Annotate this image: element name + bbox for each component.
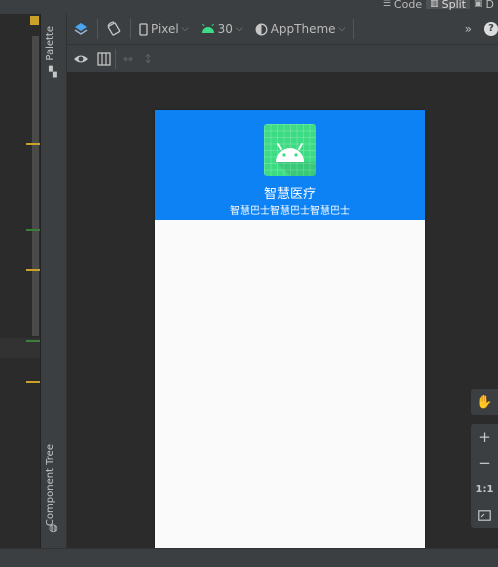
app-subtitle: 智慧巴士智慧巴士智慧巴士 — [230, 206, 350, 217]
tab-design[interactable]: ▣ D — [470, 0, 498, 11]
pan-button[interactable]: ✋ — [471, 389, 498, 415]
zoom-out-button[interactable]: − — [471, 450, 498, 476]
warning-marker — [30, 16, 39, 25]
chevron-down-icon: ⌵ — [338, 24, 346, 34]
tab-design-label: D — [485, 0, 494, 11]
status-strip — [0, 548, 498, 567]
design-surface-button[interactable] — [67, 17, 95, 41]
view-options-button[interactable] — [67, 47, 95, 71]
api-level-label: 30 — [217, 22, 233, 36]
vertical-resize-button[interactable]: ↕ — [138, 47, 158, 71]
view-options-toolbar: ↔ ↕ — [67, 45, 498, 73]
toolbar-separator — [115, 48, 116, 69]
orientation-button[interactable] — [100, 17, 128, 41]
toolbar-separator — [130, 19, 131, 39]
component-tree-icon: ◍ — [49, 523, 58, 534]
chevron-down-icon: ⌵ — [181, 24, 189, 34]
rotate-icon — [107, 21, 121, 36]
palette-icon: ▚ — [49, 67, 57, 78]
pan-control: ✋ — [471, 389, 498, 415]
columns-icon — [97, 51, 111, 66]
toolbar-separator — [353, 19, 355, 39]
chevron-down-icon: ⌵ — [235, 24, 243, 34]
actual-size-button[interactable]: 1:1 — [471, 476, 498, 502]
left-tool-rail: Palette ▚ Component Tree ◍ — [41, 14, 67, 548]
toolbar-overflow-button[interactable]: » — [459, 17, 478, 41]
actual-size-label: 1:1 — [475, 483, 494, 495]
api-level-dropdown[interactable]: 30 ⌵ — [195, 17, 249, 41]
vertical-arrows-icon: ↕ — [143, 51, 154, 66]
fit-screen-icon — [478, 509, 491, 521]
theme-dropdown[interactable]: AppTheme ⌵ — [249, 17, 352, 41]
eye-icon — [74, 55, 88, 62]
horizontal-resize-button[interactable]: ↔ — [118, 47, 138, 71]
gutter-mark[interactable] — [26, 229, 40, 231]
android-icon — [201, 24, 214, 33]
app-title: 智慧医疗 — [263, 187, 316, 202]
palette-tab[interactable]: Palette — [45, 26, 56, 61]
editor-gutter — [0, 14, 41, 548]
design-toolbar: Pixel ⌵ 30 ⌵ AppTheme ⌵ » ? — [67, 14, 498, 45]
component-tree-tab[interactable]: Component Tree — [45, 444, 56, 526]
help-button[interactable]: ? — [478, 17, 498, 41]
hand-icon: ✋ — [476, 394, 493, 410]
zoom-to-fit-button[interactable] — [471, 502, 498, 528]
gutter-mark[interactable] — [26, 143, 40, 145]
gutter-mark[interactable] — [26, 269, 40, 271]
gutter-mark[interactable] — [26, 340, 40, 342]
help-icon: ? — [484, 22, 498, 36]
theme-label: AppTheme — [270, 22, 336, 36]
blueprint-toggle[interactable] — [95, 47, 113, 71]
tab-split-label: Split — [441, 0, 466, 11]
code-icon: ☰ — [382, 0, 391, 9]
zoom-in-button[interactable]: + — [471, 424, 498, 450]
device-dropdown[interactable]: Pixel ⌵ — [133, 17, 195, 41]
horizontal-arrows-icon: ↔ — [123, 51, 134, 66]
double-chevron-icon: » — [464, 22, 472, 36]
device-label: Pixel — [151, 22, 179, 36]
design-icon: ▣ — [474, 0, 483, 9]
app-logo — [264, 124, 316, 176]
phone-icon — [139, 22, 148, 36]
device-preview[interactable]: 智慧医疗 智慧巴士智慧巴士智慧巴士 — [155, 110, 425, 550]
app-header: 智慧医疗 智慧巴士智慧巴士智慧巴士 — [155, 110, 425, 220]
gutter-mark[interactable] — [26, 381, 40, 383]
design-canvas[interactable]: 智慧医疗 智慧巴士智慧巴士智慧巴士 ✋ + − 1:1 — [67, 73, 498, 550]
zoom-controls: + − 1:1 — [471, 424, 498, 528]
plus-icon: + — [478, 428, 491, 446]
view-mode-tabs: ☰ Code ▥ Split ▣ D — [379, 0, 498, 11]
split-icon: ▥ — [430, 0, 439, 9]
layers-icon — [74, 23, 88, 35]
tab-code-label: Code — [393, 0, 423, 11]
theme-icon — [255, 23, 268, 35]
toolbar-separator — [97, 19, 98, 39]
tab-split[interactable]: ▥ Split — [426, 0, 470, 11]
minus-icon: − — [478, 454, 491, 472]
editor-top-strip: ☰ Code ▥ Split ▣ D — [0, 0, 498, 14]
editor-scrollbar[interactable] — [32, 36, 39, 336]
tab-code[interactable]: ☰ Code — [379, 0, 426, 11]
android-robot-icon — [276, 143, 316, 176]
